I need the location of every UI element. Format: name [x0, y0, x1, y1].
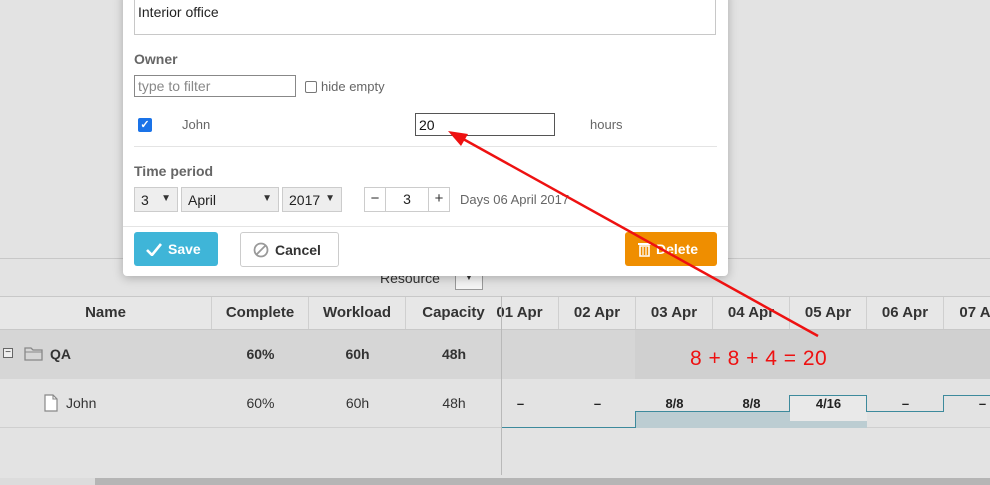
annotation-text: 8 + 8 + 4 = 20	[690, 347, 828, 370]
year-select[interactable]: 2017 ▼	[282, 187, 342, 212]
day-cell: –	[516, 396, 525, 411]
description-field[interactable]: Interior office	[134, 0, 716, 35]
day-cell: –	[593, 396, 602, 411]
row-name: John	[66, 395, 97, 411]
day-header: 05 Apr	[790, 297, 867, 329]
day-cell: 8/8	[665, 396, 684, 411]
assignment-dialog: Interior office Owner hide empty ✓ John …	[123, 0, 728, 276]
day-select[interactable]: 3 ▼	[134, 187, 178, 212]
day-header: 07 Apr	[959, 304, 990, 321]
cancel-icon	[253, 242, 269, 258]
day-header: 02 Apr	[559, 297, 636, 329]
hours-input[interactable]	[415, 113, 555, 136]
day-cell: –	[901, 396, 910, 411]
delete-button[interactable]: Delete	[625, 232, 717, 266]
day-header: 06 Apr	[867, 297, 944, 329]
check-icon	[146, 243, 162, 256]
trash-icon	[638, 243, 651, 257]
collapse-icon[interactable]: −	[3, 348, 13, 358]
day-cell: 8/8	[742, 396, 761, 411]
column-header-complete[interactable]: Complete	[212, 297, 309, 329]
chevron-down-icon: ▼	[262, 193, 272, 204]
document-icon	[44, 394, 58, 412]
owner-label: Owner	[134, 51, 178, 67]
row-capacity: 48h	[441, 346, 467, 362]
scrollbar-thumb[interactable]	[95, 478, 990, 485]
day-cell: –	[978, 396, 987, 411]
timeline-divider[interactable]	[501, 296, 502, 475]
divider	[134, 146, 717, 147]
hide-empty-checkbox[interactable]	[305, 81, 317, 93]
days-end-date: Days 06 April 2017	[460, 192, 570, 207]
row-complete: 60%	[246, 346, 275, 362]
row-complete: 60%	[246, 395, 275, 411]
row-workload: 60h	[345, 346, 370, 362]
row-workload: 60h	[345, 395, 370, 411]
duration-decrement-button[interactable]: −	[364, 187, 386, 212]
chevron-down-icon: ▼	[325, 193, 335, 204]
owner-filter-input[interactable]	[134, 75, 296, 97]
month-select[interactable]: April ▼	[181, 187, 279, 212]
hours-unit: hours	[590, 117, 623, 132]
folder-icon	[24, 347, 43, 361]
owner-john-checkbox[interactable]: ✓	[138, 118, 152, 132]
column-header-name[interactable]: Name	[0, 297, 212, 329]
day-cell: 4/16	[815, 396, 842, 411]
save-button[interactable]: Save	[134, 232, 218, 266]
hide-empty-label: hide empty	[321, 79, 385, 94]
description-text: Interior office	[138, 4, 219, 20]
duration-value[interactable]: 3	[386, 187, 428, 212]
cancel-button[interactable]: Cancel	[240, 232, 339, 267]
owner-name: John	[182, 117, 211, 132]
chevron-down-icon: ▼	[161, 193, 171, 204]
column-header-workload[interactable]: Workload	[309, 297, 406, 329]
day-header: 01 Apr	[481, 297, 559, 329]
day-header: 04 Apr	[713, 297, 790, 329]
day-header: 03 Apr	[636, 297, 713, 329]
divider	[123, 226, 728, 227]
check-icon: ✓	[140, 119, 150, 131]
grid-header: Name Complete Workload Capacity 01 Apr 0…	[0, 296, 990, 330]
duration-increment-button[interactable]: +	[428, 187, 450, 212]
time-period-label: Time period	[134, 163, 214, 179]
row-name: QA	[50, 346, 71, 362]
